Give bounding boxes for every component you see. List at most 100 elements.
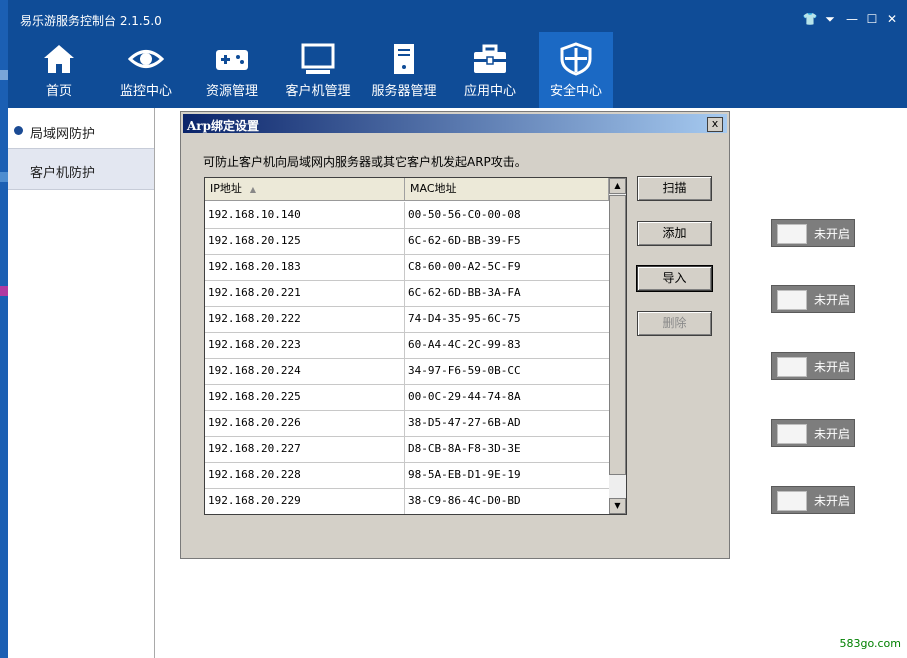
nav-resource-management[interactable]: 资源管理 xyxy=(195,32,269,108)
app-title: 易乐游服务控制台 2.1.5.0 xyxy=(20,14,162,28)
table-header: IP地址 ▲ MAC地址 xyxy=(205,178,609,201)
mac-cell: 74-D4-35-95-6C-75 xyxy=(408,312,521,325)
toggle-knob xyxy=(777,290,807,310)
toggle-knob xyxy=(777,491,807,511)
table-row[interactable]: 192.168.20.229 38-C9-86-4C-D0-BD xyxy=(205,488,609,514)
monitor-icon xyxy=(301,43,335,74)
nav-label: 客户机管理 xyxy=(285,84,351,99)
nav-label: 应用中心 xyxy=(463,84,516,99)
desktop-icon-fragment xyxy=(0,172,8,182)
ip-cell: 192.168.10.140 xyxy=(205,202,405,228)
arp-binding-dialog: Arp绑定设置 x 可防止客户机向局域网内服务器或其它客户机发起ARP攻击。 I… xyxy=(180,111,730,559)
sort-ascending-icon: ▲ xyxy=(249,185,257,194)
table-row[interactable]: 192.168.20.227 D8-CB-8A-F8-3D-3E xyxy=(205,436,609,463)
nav-monitor-center[interactable]: 监控中心 xyxy=(109,32,183,108)
table-row[interactable]: 192.168.20.226 38-D5-47-27-6B-AD xyxy=(205,410,609,437)
mac-cell: 34-97-F6-59-0B-CC xyxy=(408,364,521,377)
mac-cell: 38-D5-47-27-6B-AD xyxy=(408,416,521,429)
mac-cell: 00-0C-29-44-74-8A xyxy=(408,390,521,403)
toggle-label: 未开启 xyxy=(814,293,851,307)
nav-client-management[interactable]: 客户机管理 xyxy=(279,32,357,108)
ip-cell: 192.168.20.223 xyxy=(205,332,405,358)
title-bar: 易乐游服务控制台 2.1.5.0 👕 ⏷ — ☐ ✕ xyxy=(8,0,907,32)
column-header-mac[interactable]: MAC地址 xyxy=(405,178,609,200)
ip-cell: 192.168.20.221 xyxy=(205,280,405,306)
ip-cell: 192.168.20.222 xyxy=(205,306,405,332)
dialog-title-bar: Arp绑定设置 x xyxy=(183,114,727,133)
add-button[interactable]: 添加 xyxy=(637,221,712,246)
minimize-button[interactable]: — xyxy=(844,12,860,26)
menu-dropdown-icon[interactable]: ⏷ xyxy=(822,12,838,26)
dialog-description: 可防止客户机向局域网内服务器或其它客户机发起ARP攻击。 xyxy=(203,155,527,169)
table-row[interactable]: 192.168.20.183 C8-60-00-A2-5C-F9 xyxy=(205,254,609,281)
table-scrollbar[interactable]: ▲ ▼ xyxy=(609,178,626,514)
nav-label: 资源管理 xyxy=(205,84,258,99)
delete-button[interactable]: 删除 xyxy=(637,311,712,336)
ip-cell: 192.168.20.226 xyxy=(205,410,405,436)
table-row[interactable]: 192.168.20.228 98-5A-EB-D1-9E-19 xyxy=(205,462,609,489)
ip-cell: 192.168.20.125 xyxy=(205,228,405,254)
table-row[interactable]: 192.168.20.223 60-A4-4C-2C-99-83 xyxy=(205,332,609,359)
table-row[interactable]: 192.168.20.221 6C-62-6D-BB-3A-FA xyxy=(205,280,609,307)
table-row[interactable]: 192.168.20.225 00-0C-29-44-74-8A xyxy=(205,384,609,411)
nav-label: 服务器管理 xyxy=(371,84,437,99)
mac-cell: 6C-62-6D-BB-39-F5 xyxy=(408,234,521,247)
nav-server-management[interactable]: 服务器管理 xyxy=(365,32,443,108)
column-header-ip[interactable]: IP地址 ▲ xyxy=(205,178,405,200)
protection-toggle[interactable]: 未开启 xyxy=(771,285,855,313)
table-row[interactable]: 192.168.10.140 00-50-56-C0-00-08 xyxy=(205,202,609,229)
home-icon xyxy=(44,45,74,73)
ip-cell: 192.168.20.224 xyxy=(205,358,405,384)
toggle-knob xyxy=(777,224,807,244)
maximize-button[interactable]: ☐ xyxy=(864,12,880,26)
toggle-label: 未开启 xyxy=(814,494,851,508)
mac-cell: 98-5A-EB-D1-9E-19 xyxy=(408,468,521,481)
sidebar-item-client-protection[interactable]: 客户机防护 xyxy=(8,148,154,190)
table-row[interactable]: 192.168.20.222 74-D4-35-95-6C-75 xyxy=(205,306,609,333)
server-icon xyxy=(394,44,414,74)
toggle-label: 未开启 xyxy=(814,227,851,241)
nav-home[interactable]: 首页 xyxy=(22,32,96,108)
main-nav: 首页 监控中心 资源管理 客户机管理 服务器管理 应用中心 安全中心 xyxy=(8,32,907,108)
protection-toggle[interactable]: 未开启 xyxy=(771,419,855,447)
table-row[interactable]: 192.168.20.224 34-97-F6-59-0B-CC xyxy=(205,358,609,385)
protection-toggle[interactable]: 未开启 xyxy=(771,219,855,247)
nav-label: 安全中心 xyxy=(549,84,602,99)
close-button[interactable]: ✕ xyxy=(884,12,900,26)
scroll-down-arrow-icon[interactable]: ▼ xyxy=(609,498,626,514)
arp-table: IP地址 ▲ MAC地址 192.168.10.140 00-50-56-C0-00… xyxy=(204,177,627,515)
scan-button[interactable]: 扫描 xyxy=(637,176,712,201)
nav-app-center[interactable]: 应用中心 xyxy=(453,32,527,108)
ip-cell: 192.168.20.225 xyxy=(205,384,405,410)
nav-security-center[interactable]: 安全中心 xyxy=(539,32,613,108)
mac-cell: 38-C9-86-4C-D0-BD xyxy=(408,494,521,507)
protection-toggle[interactable]: 未开启 xyxy=(771,352,855,380)
dialog-title: Arp绑定设置 xyxy=(187,119,260,133)
import-button[interactable]: 导入 xyxy=(636,265,713,292)
desktop-background xyxy=(0,0,8,658)
selected-dot-icon xyxy=(14,126,23,135)
gamepad-icon xyxy=(216,50,248,70)
dialog-close-button[interactable]: x xyxy=(707,117,723,132)
toggle-label: 未开启 xyxy=(814,427,851,441)
ip-cell: 192.168.20.227 xyxy=(205,436,405,462)
table-row[interactable]: 192.168.20.125 6C-62-6D-BB-39-F5 xyxy=(205,228,609,255)
skin-icon[interactable]: 👕 xyxy=(802,12,818,26)
sidebar-item-label: 客户机防护 xyxy=(30,166,96,181)
mac-cell: 60-A4-4C-2C-99-83 xyxy=(408,338,521,351)
sidebar-item-lan-protection[interactable]: 局域网防护 xyxy=(8,110,154,150)
eye-icon xyxy=(128,50,164,68)
sidebar-item-label: 局域网防护 xyxy=(30,127,96,142)
mac-cell: C8-60-00-A2-5C-F9 xyxy=(408,260,521,273)
ip-cell: 192.168.20.229 xyxy=(205,488,405,514)
toolbox-icon xyxy=(474,44,506,73)
nav-label: 首页 xyxy=(45,84,72,99)
nav-label: 监控中心 xyxy=(119,84,172,99)
protection-toggle[interactable]: 未开启 xyxy=(771,486,855,514)
mac-cell: 00-50-56-C0-00-08 xyxy=(408,208,521,221)
mac-cell: 6C-62-6D-BB-3A-FA xyxy=(408,286,521,299)
scroll-up-arrow-icon[interactable]: ▲ xyxy=(609,178,626,194)
sidebar: 局域网防护 客户机防护 xyxy=(8,108,155,658)
column-header-ip-label: IP地址 xyxy=(210,182,242,195)
scrollbar-thumb[interactable] xyxy=(609,195,626,475)
